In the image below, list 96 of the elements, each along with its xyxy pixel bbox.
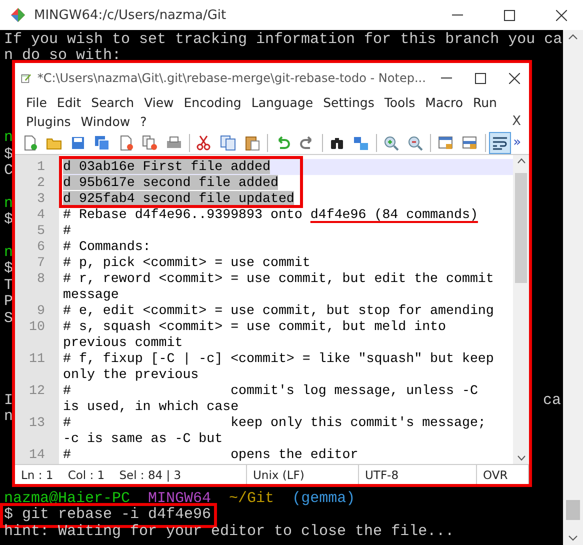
print-icon	[166, 134, 182, 150]
menu-item[interactable]: Window	[76, 114, 136, 129]
terminal-text: hint: Waiting for your editor to close the file...	[4, 524, 454, 540]
minimize-icon	[440, 77, 452, 79]
window-title: *C:\Users\nazma\Git\.git\rebase-merge\git-rebase-todo - Notep...	[37, 71, 426, 85]
maximize-icon	[474, 72, 486, 84]
terminal-text: S	[4, 310, 14, 328]
close-file-icon	[118, 134, 134, 150]
status-text: OVR	[477, 465, 529, 484]
menu-item[interactable]: Run	[468, 95, 502, 110]
save-icon	[70, 134, 86, 150]
line-number: 8	[36, 271, 45, 288]
window-title: MINGW64:/c/Users/nazma/Git	[34, 8, 228, 22]
line-number: 11	[28, 351, 45, 368]
line-number: 1	[36, 159, 45, 175]
code-line: # s, squash <commit> = use commit, but meld into previous commit	[63, 319, 448, 351]
terminal-text: T	[4, 278, 14, 294]
copy-icon	[220, 134, 236, 150]
line-number: 13	[28, 415, 45, 432]
scroll-up-icon[interactable]	[516, 158, 526, 164]
line-number: 9	[36, 303, 45, 319]
zoom-in-icon	[383, 134, 400, 150]
status-text: UTF-8	[359, 465, 477, 484]
scrollbar[interactable]	[563, 30, 583, 545]
close-all-icon	[142, 134, 158, 150]
menu-item[interactable]: ?	[135, 114, 152, 129]
scissors-icon	[196, 134, 212, 150]
terminal-text: n	[4, 130, 14, 147]
terminal-text: nazma@Haier-PC	[4, 490, 130, 507]
scroll-up-icon[interactable]	[568, 34, 578, 40]
line-number: 4	[36, 207, 45, 223]
code-line: # Rebase d4f4e96..9399893 onto d4f4e96 (84 commands)	[63, 207, 479, 223]
zoom-out-icon	[407, 134, 424, 150]
line-number: 6	[36, 239, 45, 255]
menu-item[interactable]: Search	[86, 95, 140, 110]
terminal-text: n	[4, 245, 14, 262]
scroll-down-icon[interactable]	[568, 535, 578, 541]
editor-text-area[interactable]	[15, 155, 513, 464]
line-number: 7	[36, 255, 45, 271]
terminal-text: (gemma)	[292, 490, 356, 508]
menu-item[interactable]: File	[21, 95, 52, 110]
new-file-icon	[22, 134, 38, 150]
menu-item[interactable]: Language	[246, 95, 318, 110]
status-text: Ln : 1 Col : 1 Sel : 84 | 3	[15, 465, 247, 484]
code-line: # keep only this commit's message; -c is same as -C but	[63, 415, 487, 447]
menu-item[interactable]: Plugins	[21, 114, 76, 129]
toolbar-overflow-button[interactable]: »	[513, 135, 530, 150]
menu-item[interactable]: Macro	[420, 95, 468, 110]
word-wrap-button[interactable]	[489, 132, 512, 154]
menu-item[interactable]: Settings	[318, 95, 380, 110]
paste-icon	[244, 134, 260, 150]
terminal-text: n	[4, 196, 14, 212]
code-line: # f, fixup [-C | -c] <commit> = like "squash" but keep only the previous	[63, 351, 494, 383]
code-line: # opens the editor	[63, 447, 360, 463]
scroll-thumb[interactable]	[515, 173, 527, 283]
terminal-text: n do so with:	[4, 48, 122, 65]
line-number: 5	[36, 223, 45, 239]
menu-item[interactable]: Tools	[379, 95, 420, 110]
line-number: 10	[28, 319, 45, 336]
scrollbar[interactable]	[513, 155, 529, 464]
terminal-text: MINGW64	[148, 490, 212, 507]
code-line: # Commands:	[63, 239, 152, 255]
line-number: 12	[28, 383, 45, 400]
terminal-text: I	[4, 392, 14, 409]
diamond-logo-icon	[10, 7, 26, 23]
save-all-icon	[94, 134, 110, 150]
maximize-icon	[504, 10, 514, 20]
status-text: Unix (LF)	[247, 465, 359, 484]
code-line: # r, reword <commit> = use commit, but edit the commit message	[63, 271, 494, 303]
line-number: 2	[36, 175, 45, 191]
terminal-text: $	[4, 261, 14, 278]
terminal-text: ~/Git	[229, 490, 274, 508]
code-line: # commit's log message, unless -C is used, in which case	[63, 383, 479, 415]
scroll-thumb[interactable]	[566, 500, 580, 520]
terminal-text: $ git rebase -i d4f4e96	[4, 507, 212, 524]
terminal-text: ca	[542, 392, 562, 409]
menu-item[interactable]: Encoding	[178, 95, 246, 110]
code-line: # e, edit <commit> = use commit, but stop for amending	[63, 303, 494, 319]
terminal-text: $	[4, 146, 14, 164]
menu-item[interactable]: Edit	[52, 95, 86, 110]
close-icon	[556, 10, 566, 20]
scroll-down-icon[interactable]	[516, 455, 526, 461]
code-line: # p, pick <commit> = use commit	[63, 255, 312, 271]
wrap-lines-icon	[492, 134, 508, 150]
terminal-text: C	[4, 163, 14, 180]
code-line: #	[63, 223, 72, 239]
terminal-text: n	[4, 408, 14, 426]
terminal-text: P	[4, 294, 14, 311]
minimize-icon	[452, 14, 462, 16]
line-number: 14	[28, 447, 45, 463]
close-icon	[509, 72, 520, 84]
menu-item[interactable]: View	[139, 95, 179, 110]
line-number: 3	[36, 191, 45, 207]
terminal-text: If you wish to set tracking information for this branch you ca	[4, 32, 562, 48]
terminal-text: $	[4, 212, 14, 229]
close-document-button[interactable]: X	[512, 114, 529, 129]
